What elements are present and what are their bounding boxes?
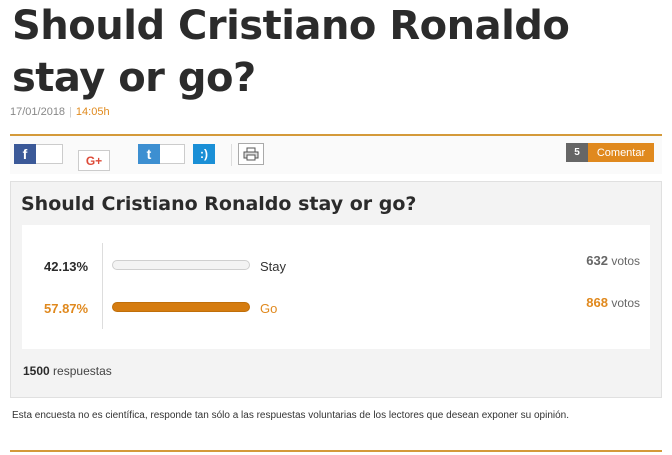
googleplus-share-button[interactable]: G+ xyxy=(78,150,110,171)
comment-count: 5 xyxy=(566,143,588,162)
article-meta: 17/01/2018 | 14:05h xyxy=(10,106,110,118)
poll-option-go-vote-unit: votos xyxy=(611,296,640,310)
print-button[interactable] xyxy=(238,143,264,165)
twitter-share-count xyxy=(160,144,185,164)
poll-option-go-votes: 868 votos xyxy=(586,295,640,310)
poll-option-go-percent: 57.87% xyxy=(44,301,89,316)
social-separator xyxy=(231,144,232,166)
twitter-icon: t xyxy=(138,144,160,164)
poll-results: 42.13% Stay 632 votos 57.87% Go 868 voto… xyxy=(22,225,650,349)
meta-separator: | xyxy=(69,106,72,118)
poll-widget: Should Cristiano Ronaldo stay or go? 42.… xyxy=(10,181,662,398)
twitter-share-button[interactable]: t xyxy=(138,144,185,164)
poll-question: Should Cristiano Ronaldo stay or go? xyxy=(21,193,417,215)
tuenti-icon: :) xyxy=(193,144,215,164)
printer-icon xyxy=(243,147,259,161)
poll-option-go-vote-count: 868 xyxy=(586,295,608,310)
comment-button[interactable]: 5 Comentar xyxy=(566,143,654,162)
poll-total-count: 1500 xyxy=(23,364,50,378)
poll-option-stay-vote-unit: votos xyxy=(611,254,640,268)
facebook-share-button[interactable]: f xyxy=(14,144,63,164)
facebook-icon: f xyxy=(14,144,36,164)
comment-label: Comentar xyxy=(588,143,654,162)
poll-results-divider xyxy=(102,243,103,329)
facebook-share-count xyxy=(36,144,63,164)
poll-option-stay-percent: 42.13% xyxy=(44,259,89,274)
poll-option-stay-label: Stay xyxy=(260,259,287,274)
poll-total-label: respuestas xyxy=(53,364,112,378)
poll-option-stay-bar xyxy=(112,260,250,270)
poll-option-stay-bar-fill xyxy=(113,261,212,269)
bottom-divider xyxy=(10,450,662,452)
poll-option-stay-vote-count: 632 xyxy=(586,253,608,268)
tuenti-share-button[interactable]: :) xyxy=(193,144,215,164)
social-share-bar: f G+ t :) 5 Comentar xyxy=(10,136,662,174)
article-time: 14:05h xyxy=(75,106,110,118)
poll-option-go-bar xyxy=(112,302,250,312)
poll-total-responses: 1500 respuestas xyxy=(23,364,112,378)
poll-disclaimer: Esta encuesta no es científica, responde… xyxy=(12,410,570,421)
article-title: Should Cristiano Ronaldo stay or go? xyxy=(12,3,570,101)
poll-option-stay-votes: 632 votos xyxy=(586,253,640,268)
article-date: 17/01/2018 xyxy=(10,106,66,118)
poll-option-go-label: Go xyxy=(260,301,278,316)
googleplus-icon: G+ xyxy=(85,153,103,168)
poll-option-go-bar-fill xyxy=(113,303,249,311)
